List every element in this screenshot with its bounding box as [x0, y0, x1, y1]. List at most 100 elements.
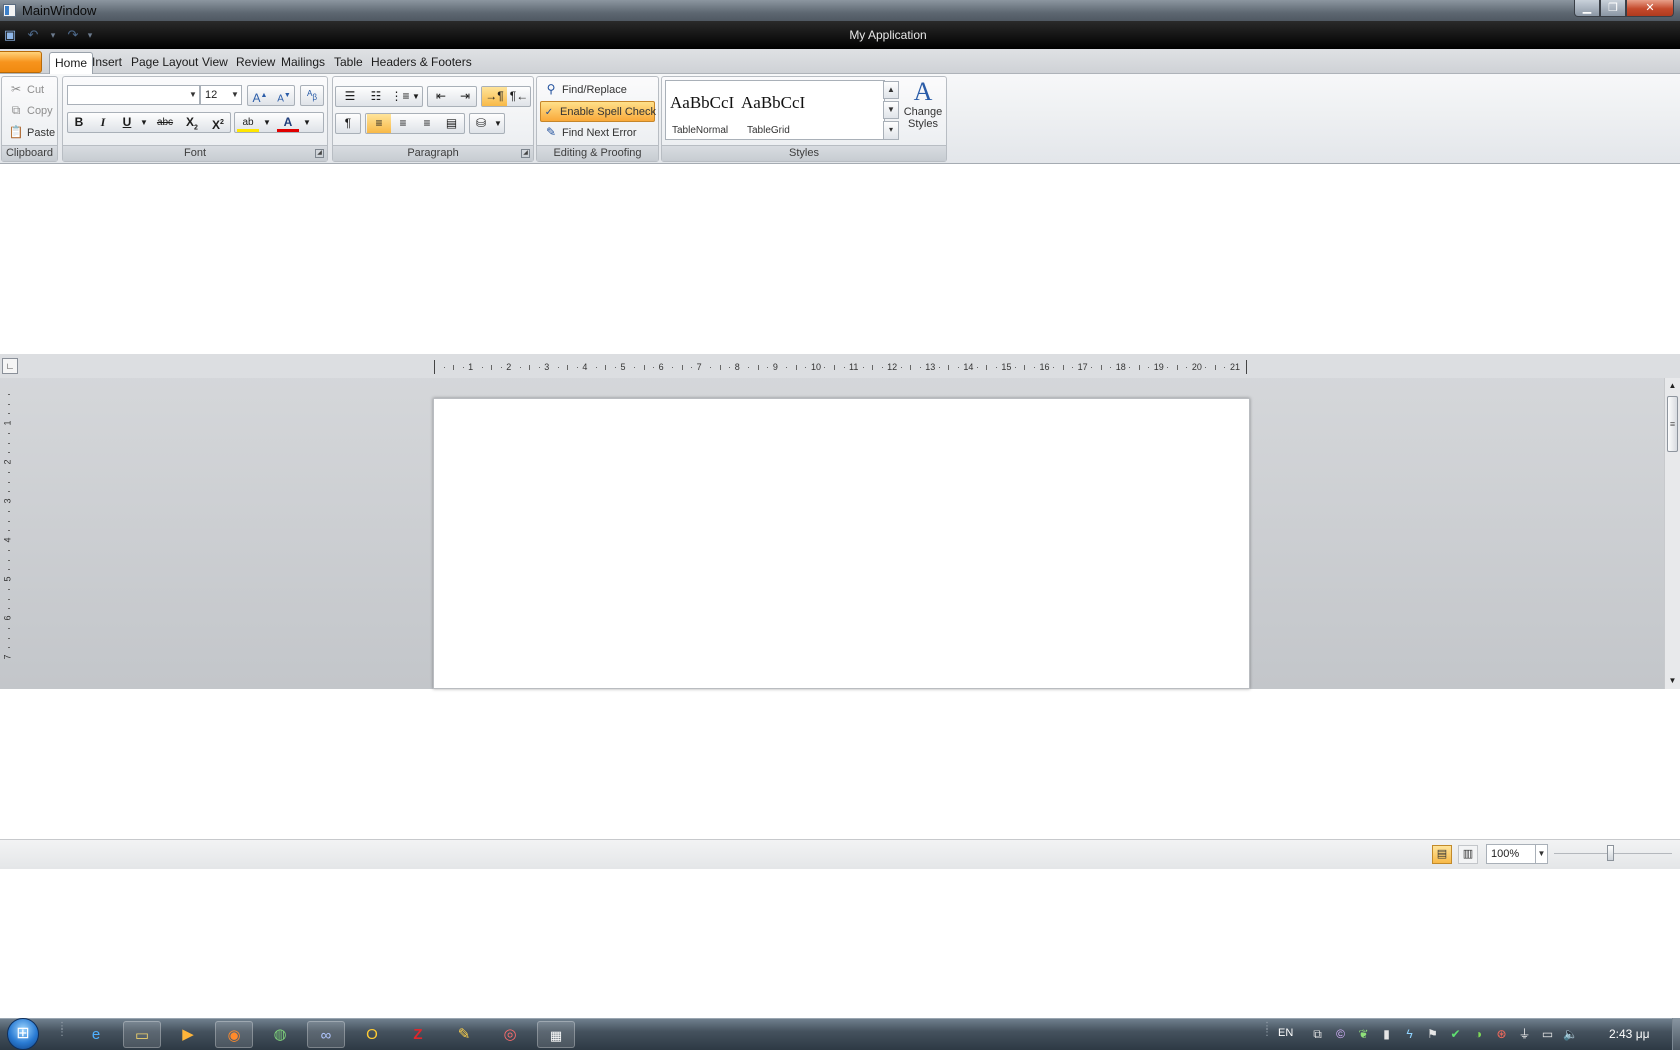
tab-stop-selector[interactable]: ∟: [2, 358, 18, 374]
power-plug-icon[interactable]: ⏚: [1517, 1027, 1532, 1042]
undo-icon[interactable]: ↶: [24, 26, 42, 44]
gallery-scroll-down-icon[interactable]: ▼: [883, 101, 899, 119]
numbered-list-icon[interactable]: ☷: [364, 87, 388, 106]
horizontal-ruler[interactable]: 1 2 3 4 5 6 7 8 9 10 11 12 13 14 15 16 17 18 19 20 21: [434, 360, 1248, 376]
antivirus-icon[interactable]: ⊛: [1494, 1027, 1509, 1042]
media-player-icon[interactable]: ▶: [169, 1021, 207, 1048]
action-center-flag-icon[interactable]: ⚑: [1425, 1027, 1440, 1042]
print-layout-view-button[interactable]: ▤: [1432, 845, 1452, 864]
nvidia-icon[interactable]: ◑: [1471, 1027, 1486, 1042]
bluetooth-icon[interactable]: ϟ: [1402, 1027, 1417, 1042]
security-icon[interactable]: ✔: [1448, 1027, 1463, 1042]
change-styles-button[interactable]: A Change Styles: [902, 78, 944, 140]
tab-page-layout[interactable]: Page Layout: [126, 52, 203, 73]
highlight-dropdown-icon[interactable]: ▼: [261, 113, 273, 132]
window-app-icon[interactable]: [3, 4, 16, 17]
bold-icon[interactable]: B: [68, 113, 90, 132]
subscript-icon[interactable]: X2: [180, 113, 204, 132]
ltr-direction-icon[interactable]: →¶: [482, 87, 507, 106]
gallery-more-icon[interactable]: ▾: [883, 121, 899, 140]
font-size-combo[interactable]: 12 ▼: [200, 85, 242, 105]
network-icon[interactable]: ▭: [1540, 1027, 1555, 1042]
copy-button[interactable]: ⧉ Copy: [8, 100, 53, 120]
leaf-icon[interactable]: ❦: [1356, 1027, 1371, 1042]
align-center-icon[interactable]: ≡: [391, 114, 415, 133]
my-application-taskbar-icon[interactable]: ▦: [537, 1021, 575, 1048]
sticky-tool-icon[interactable]: ✎: [445, 1021, 483, 1048]
tab-mailings[interactable]: Mailings: [276, 52, 330, 73]
tab-table[interactable]: Table: [329, 52, 368, 73]
start-button[interactable]: ⊞: [7, 1018, 39, 1050]
find-replace-button[interactable]: ⚲ Find/Replace: [543, 79, 627, 99]
internet-explorer-icon[interactable]: e: [77, 1021, 115, 1048]
firefox-icon[interactable]: ◉: [215, 1021, 253, 1048]
scroll-up-icon[interactable]: ▲: [1665, 378, 1680, 394]
language-indicator[interactable]: EN: [1278, 1027, 1293, 1039]
sync-icon[interactable]: ©: [1333, 1027, 1348, 1042]
volume-icon[interactable]: 🔈: [1563, 1027, 1578, 1042]
highlight-icon[interactable]: ab: [237, 113, 259, 132]
justify-icon[interactable]: ▤: [439, 114, 464, 133]
taskbar-grip-icon[interactable]: ⋮ ⋮: [57, 1022, 67, 1044]
tab-view[interactable]: View: [197, 52, 233, 73]
strikethrough-icon[interactable]: abc: [152, 113, 178, 132]
zoom-slider-thumb[interactable]: [1607, 845, 1614, 861]
cut-button[interactable]: ✂ Cut: [8, 79, 44, 99]
visual-studio-icon[interactable]: ∞: [307, 1021, 345, 1048]
paragraph-dialog-launcher-icon[interactable]: ◢: [521, 149, 530, 158]
document-page[interactable]: [433, 398, 1250, 689]
vertical-scrollbar[interactable]: ▲ ≡ ▼: [1664, 378, 1680, 689]
clear-formatting-button[interactable]: ᴬᵦ: [300, 85, 324, 106]
screen-recorder-icon[interactable]: ◎: [491, 1021, 529, 1048]
font-dialog-launcher-icon[interactable]: ◢: [315, 149, 324, 158]
grow-font-icon[interactable]: A▲: [248, 86, 272, 105]
save-icon[interactable]: ▣: [1, 26, 19, 44]
close-button[interactable]: ✕: [1626, 0, 1674, 17]
decrease-indent-icon[interactable]: ⇤: [429, 87, 453, 106]
restore-button[interactable]: ❐: [1600, 0, 1626, 17]
show-desktop-button[interactable]: [1672, 1018, 1680, 1050]
right-indent-marker[interactable]: [1246, 360, 1247, 374]
battery-icon[interactable]: ▮: [1379, 1027, 1394, 1042]
application-menu-button[interactable]: [0, 51, 42, 73]
show-formatting-button[interactable]: ¶: [335, 113, 361, 134]
network-drive-icon[interactable]: ⧉: [1310, 1027, 1325, 1042]
font-color-icon[interactable]: A: [277, 113, 299, 132]
font-color-dropdown-icon[interactable]: ▼: [301, 113, 313, 132]
underline-dropdown-icon[interactable]: ▼: [138, 113, 150, 132]
shrink-font-icon[interactable]: A▼: [272, 86, 296, 105]
outlook-icon[interactable]: O: [353, 1021, 391, 1048]
font-name-combo[interactable]: ▼: [67, 85, 200, 105]
gallery-scroll-up-icon[interactable]: ▲: [883, 81, 899, 99]
chrome-icon[interactable]: ◍: [261, 1021, 299, 1048]
underline-icon[interactable]: U: [116, 113, 138, 132]
undo-dropdown-icon[interactable]: ▾: [48, 26, 58, 44]
vertical-ruler[interactable]: 1 2 3 4 5 6 7: [2, 393, 16, 686]
filezilla-icon[interactable]: Z: [399, 1021, 437, 1048]
style-tablegrid[interactable]: AaBbCcI TableGrid: [737, 81, 807, 139]
redo-icon[interactable]: ↷: [64, 26, 82, 44]
align-left-icon[interactable]: ≡: [367, 114, 391, 133]
find-next-error-button[interactable]: ✎ Find Next Error: [543, 122, 637, 142]
superscript-icon[interactable]: X2: [206, 113, 230, 132]
left-indent-marker[interactable]: [434, 360, 435, 374]
tab-headers-footers[interactable]: Headers & Footers: [366, 52, 477, 73]
outer-title-bar[interactable]: MainWindow: [0, 0, 1680, 21]
shading-button[interactable]: ⛁ ▼: [469, 113, 505, 134]
zoom-combo[interactable]: 100% ▼: [1486, 844, 1548, 864]
qat-customize-icon[interactable]: ▾: [85, 26, 95, 44]
multilevel-list-dropdown-icon[interactable]: ▼: [410, 87, 422, 106]
paste-button[interactable]: 📋 Paste: [8, 122, 56, 142]
tab-review[interactable]: Review: [231, 52, 280, 73]
clock[interactable]: 2:43 μμ: [1609, 1027, 1650, 1041]
scroll-thumb[interactable]: ≡: [1667, 396, 1678, 452]
enable-spell-check-button[interactable]: ✓ Enable Spell Check: [540, 101, 656, 122]
tab-insert[interactable]: Insert: [87, 52, 127, 73]
minimize-button[interactable]: ▁: [1574, 0, 1600, 17]
bullet-list-icon[interactable]: ☰: [338, 87, 362, 106]
increase-indent-icon[interactable]: ⇥: [453, 87, 477, 106]
align-right-icon[interactable]: ≡: [415, 114, 439, 133]
scroll-down-icon[interactable]: ▼: [1665, 673, 1680, 689]
rtl-direction-icon[interactable]: ¶←: [507, 87, 531, 106]
draft-view-button[interactable]: ▥: [1458, 845, 1478, 864]
